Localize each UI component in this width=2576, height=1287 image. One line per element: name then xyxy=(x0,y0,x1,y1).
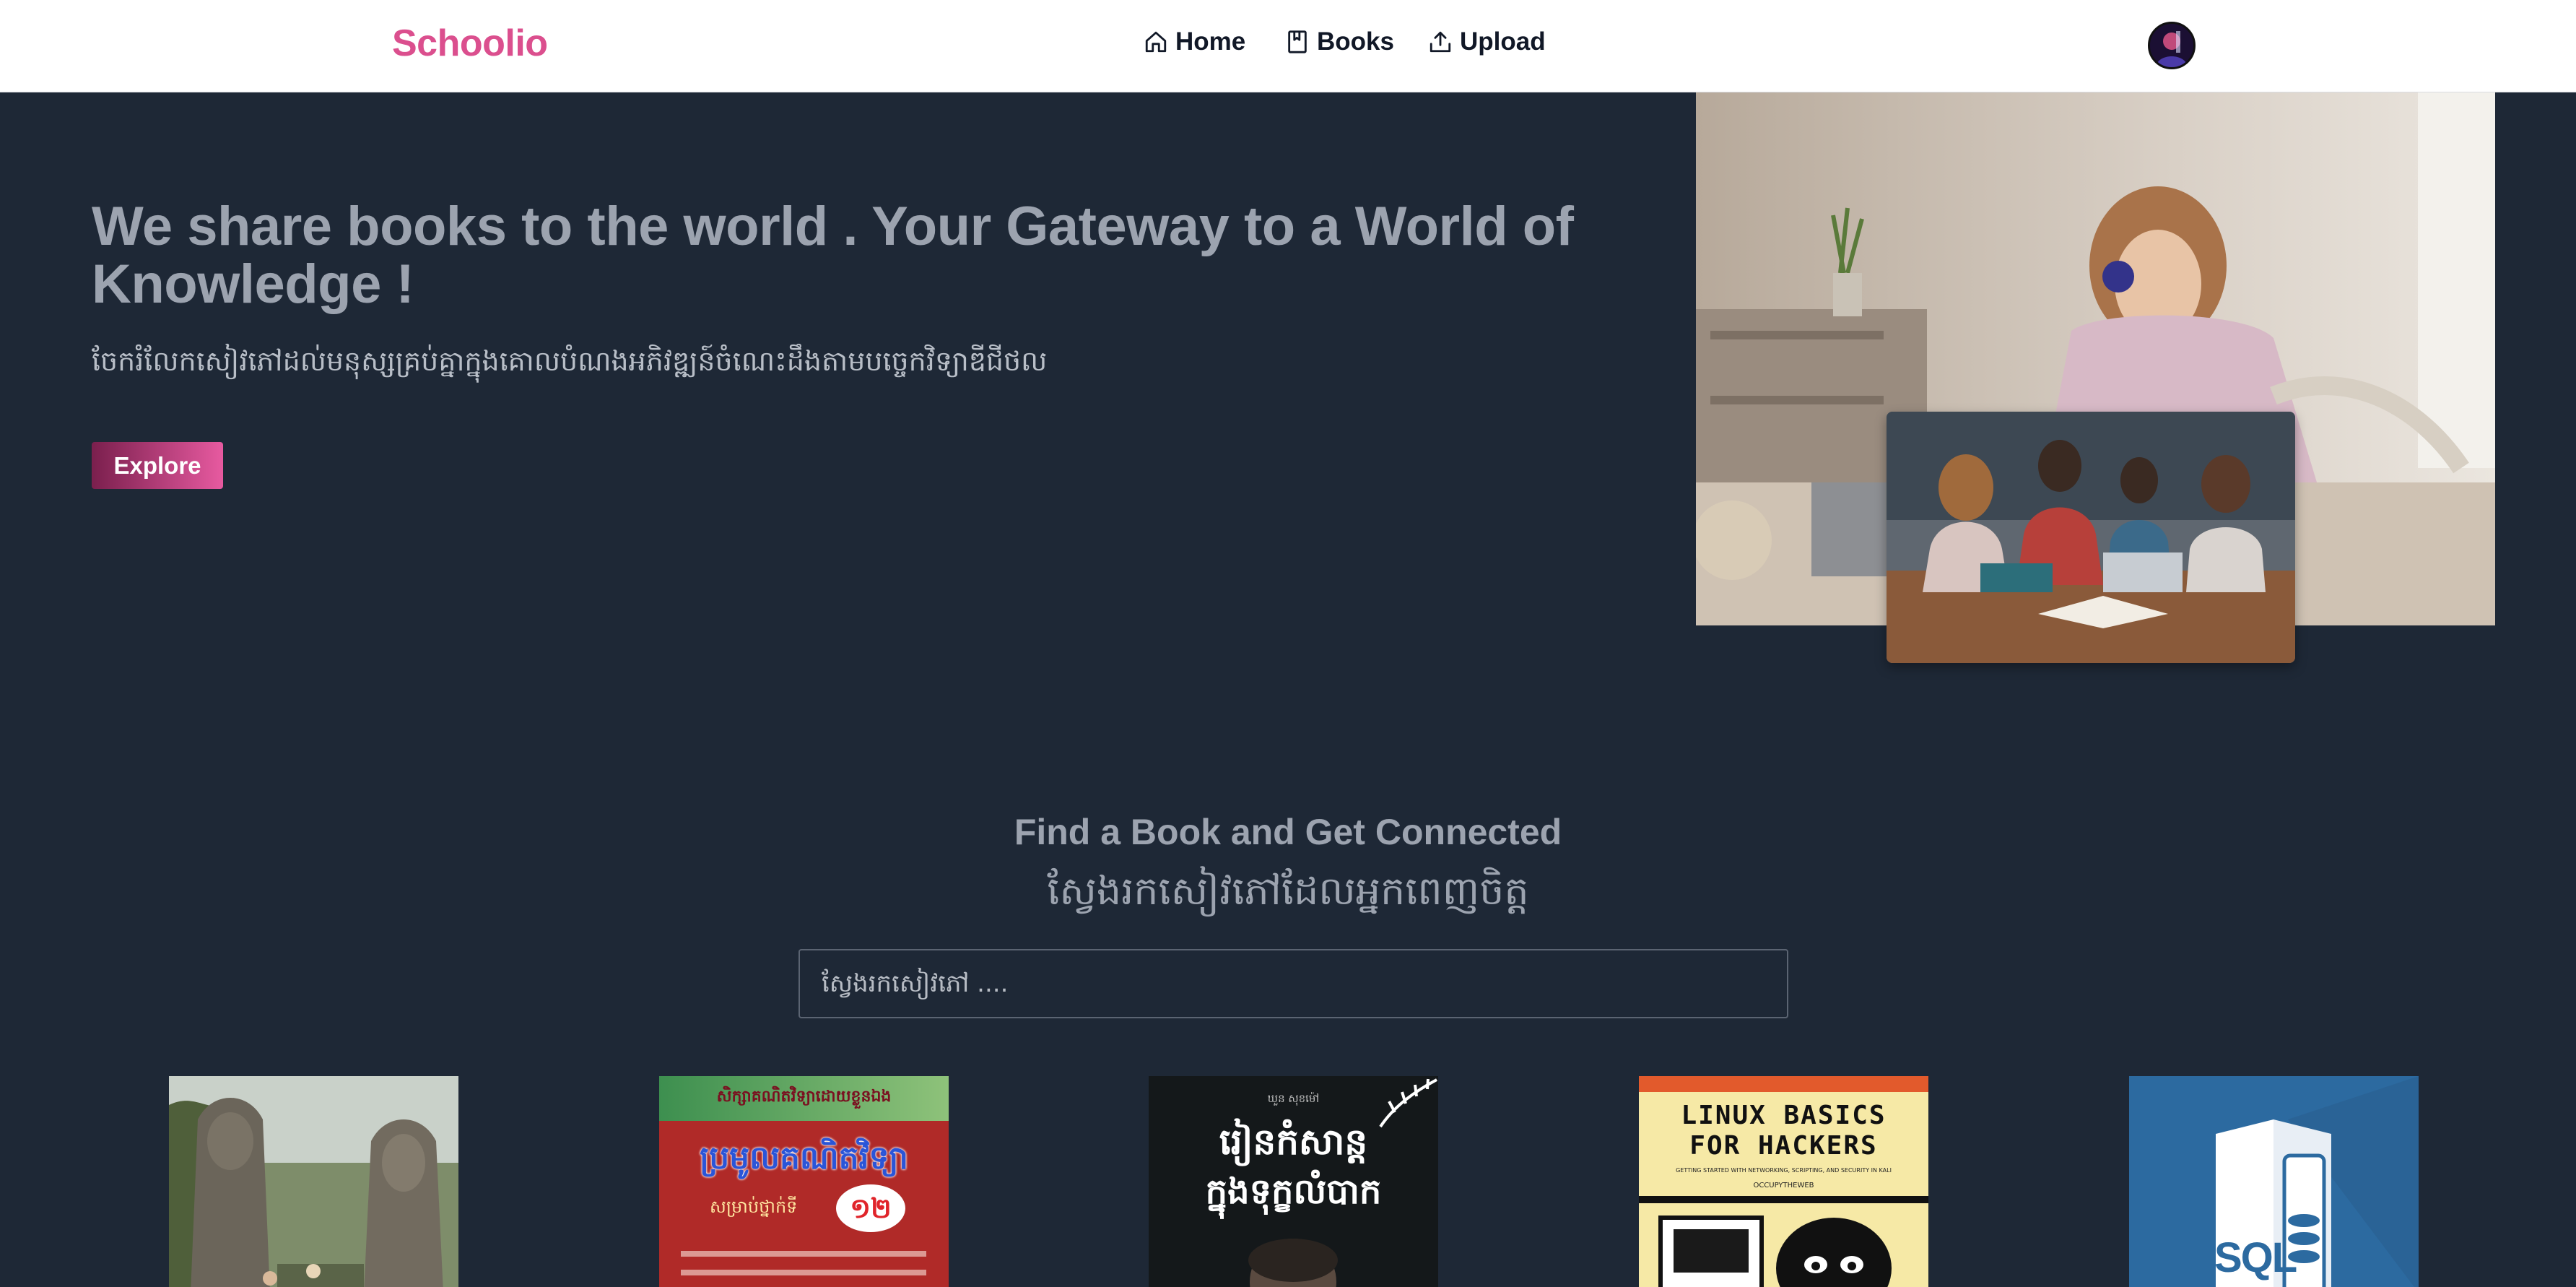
book-cover-grade-label: សម្រាប់ថ្នាក់ទី xyxy=(710,1197,798,1217)
book-card-study-in-hardship[interactable]: ឃួន សុខម៉ៅ រៀនកំសាន្ត ក្នុងទុក្ខលំបាក xyxy=(1149,1076,1438,1287)
book-card-math-grade-12[interactable]: សិក្សាគណិតវិទ្យាដោយខ្លួនឯង ប្រមូលគណិតវិទ… xyxy=(659,1076,949,1287)
explore-button[interactable]: Explore xyxy=(92,442,223,489)
book-card-sql[interactable]: SQL xyxy=(2129,1076,2419,1287)
author-portrait-image xyxy=(1248,1239,1338,1287)
book-cover-title: ប្រមូលគណិតវិទ្យា xyxy=(700,1140,908,1176)
book-cover-author: OCCUPYTHEWEB xyxy=(1753,1182,1814,1190)
user-avatar[interactable] xyxy=(2148,22,2196,69)
book-cover-title-line2: ក្នុងទុក្ខលំបាក xyxy=(1205,1171,1382,1212)
hacker-illustration-image xyxy=(1658,1216,1892,1287)
hero-photo-students-group xyxy=(1887,412,2295,663)
nav-upload-label: Upload xyxy=(1460,27,1546,56)
search-section-title: Find a Book and Get Connected xyxy=(1014,812,1562,852)
nav-home-label: Home xyxy=(1175,27,1246,56)
home-icon xyxy=(1145,31,1167,53)
book-cover-grade-number: ១២ xyxy=(836,1184,905,1232)
book-cover-title-line1: រៀនកំសាន្ត xyxy=(1219,1121,1368,1163)
book-card-linux-basics-for-hackers[interactable]: LINUX BASICS FOR HACKERS GETTING STARTED… xyxy=(1639,1076,1928,1287)
hero-subtitle: ចែករំលែកសៀវភៅដល់មនុស្សគ្រប់គ្នាក្នុងគោលប… xyxy=(92,345,1048,377)
search-input[interactable] xyxy=(799,949,1788,1018)
book-cover-title-line1: LINUX BASICS xyxy=(1681,1101,1887,1130)
nav-books-label: Books xyxy=(1317,27,1394,56)
avatar-image xyxy=(2150,24,2193,67)
book-icon xyxy=(1288,30,1307,53)
search-section-subtitle: ស្វែងរកសៀវភៅដែលអ្នកពេញចិត្ត xyxy=(1047,868,1529,914)
book-card-angkor[interactable] xyxy=(169,1076,458,1287)
book-cover-subtitle: GETTING STARTED WITH NETWORKING, SCRIPTI… xyxy=(1676,1167,1892,1174)
book-cover-title-line2: FOR HACKERS xyxy=(1689,1131,1878,1161)
brand-logo[interactable]: Schoolio xyxy=(392,22,548,65)
hero-title: We share books to the world . Your Gatew… xyxy=(92,196,1574,315)
nav-home-link[interactable]: Home xyxy=(1144,27,1245,56)
nav-books-link[interactable]: Books xyxy=(1285,27,1394,56)
book-cover-title: SQL xyxy=(2214,1234,2297,1281)
top-navbar: Schoolio Home Books Upload xyxy=(0,0,2576,92)
book-cover-image xyxy=(169,1076,458,1287)
nav-upload-link[interactable]: Upload xyxy=(1428,27,1546,56)
book-cover-top-text: សិក្សាគណិតវិទ្យាដោយខ្លួនឯង xyxy=(716,1088,892,1106)
upload-icon xyxy=(1430,31,1451,53)
